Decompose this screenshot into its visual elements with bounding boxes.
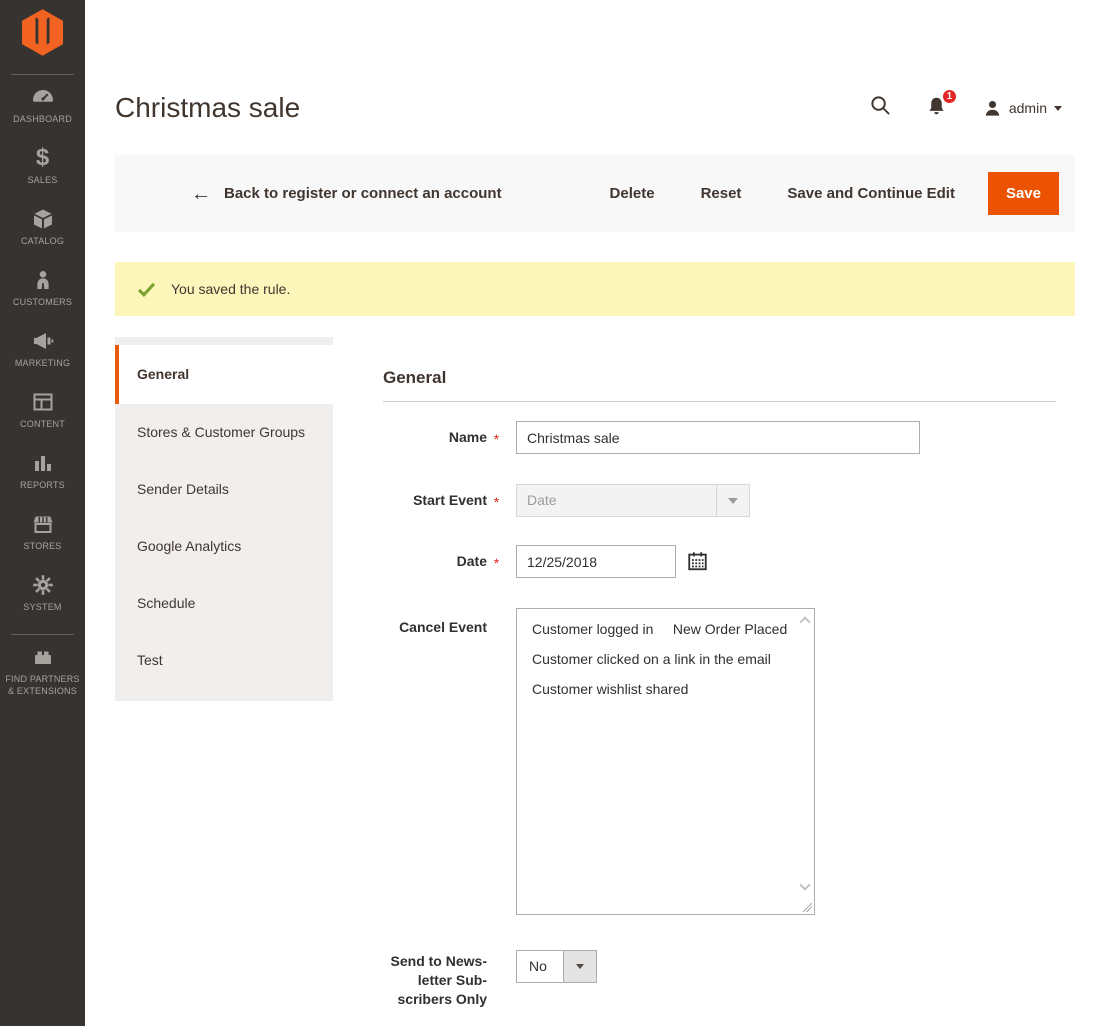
multiselect-option[interactable]: Customer wishlist shared	[517, 681, 688, 697]
general-form: General Name * Start Event * Date	[383, 360, 1056, 402]
page-actions-toolbar: ← Back to register or connect an account…	[115, 155, 1075, 232]
date-input[interactable]	[516, 545, 676, 578]
sidebar-item-marketing[interactable]: MARKETING	[0, 325, 85, 386]
admin-user-menu[interactable]: admin	[983, 99, 1062, 118]
date-row: Date *	[383, 545, 1056, 581]
user-icon	[983, 99, 1002, 118]
sidebar-item-sales[interactable]: $ SALES	[0, 142, 85, 203]
catalog-box-icon	[31, 207, 55, 231]
calendar-icon	[686, 550, 709, 572]
required-asterisk: *	[487, 421, 506, 457]
sidebar-item-label: REPORTS	[17, 479, 68, 491]
calendar-button[interactable]	[686, 550, 709, 575]
newsletter-select[interactable]: No	[516, 950, 597, 983]
sidebar-item-find-partners[interactable]: FIND PARTNERS & EXTENSIONS	[0, 641, 85, 713]
sidebar-item-label: CUSTOMERS	[10, 296, 75, 308]
multiselect-option[interactable]: Customer clicked on a link in the email	[517, 651, 771, 667]
sidebar-divider	[11, 74, 74, 75]
newsletter-label: Send to News- letter Sub- scribers Only	[383, 950, 487, 1009]
partners-brick-icon	[31, 645, 55, 669]
search-icon[interactable]	[869, 94, 892, 122]
cancel-event-multiselect[interactable]: Customer logged in New Order Placed Cust…	[516, 608, 815, 915]
checkmark-icon	[136, 279, 157, 300]
multiselect-option[interactable]: Customer logged in	[517, 621, 653, 637]
reports-chart-icon	[31, 451, 55, 475]
notifications-button[interactable]: 1	[926, 95, 947, 122]
sidebar-item-dashboard[interactable]: DASHBOARD	[0, 81, 85, 142]
magento-logo[interactable]	[0, 0, 85, 61]
cancel-event-label: Cancel Event	[383, 608, 487, 915]
back-arrow-icon: ←	[191, 185, 211, 203]
sidebar-item-label: MARKETING	[12, 357, 73, 369]
sidebar-item-reports[interactable]: REPORTS	[0, 447, 85, 508]
tab-sender-details[interactable]: Sender Details	[115, 461, 333, 518]
sidebar-item-stores[interactable]: STORES	[0, 508, 85, 569]
select-arrow-button[interactable]	[563, 951, 596, 982]
cancel-event-row: Cancel Event Customer logged in New Orde…	[383, 608, 1056, 915]
sidebar-item-label: SYSTEM	[20, 601, 64, 613]
sidebar-item-label: STORES	[20, 540, 64, 552]
sidebar-item-label: SALES	[24, 174, 60, 186]
magento-logo-icon	[22, 9, 63, 56]
newsletter-row: Send to News- letter Sub- scribers Only …	[383, 950, 1056, 1009]
sidebar-divider	[11, 634, 74, 635]
admin-user-name: admin	[1009, 100, 1047, 116]
reset-button[interactable]: Reset	[701, 185, 742, 202]
save-button[interactable]: Save	[988, 172, 1059, 215]
date-label: Date	[383, 545, 487, 581]
sidebar-item-label: CONTENT	[17, 418, 68, 430]
required-asterisk: *	[487, 545, 506, 581]
success-message: You saved the rule.	[115, 262, 1075, 316]
scroll-up-icon[interactable]	[799, 616, 810, 627]
sidebar-item-content[interactable]: CONTENT	[0, 386, 85, 447]
name-row: Name *	[383, 421, 1056, 457]
select-arrow-button[interactable]	[716, 485, 749, 516]
start-event-label: Start Event	[383, 484, 487, 520]
content-layout-icon	[31, 390, 55, 414]
name-input[interactable]	[516, 421, 920, 454]
tab-schedule[interactable]: Schedule	[115, 575, 333, 632]
header-actions: 1 admin	[869, 94, 1062, 122]
marketing-megaphone-icon	[31, 329, 55, 353]
system-gear-icon	[31, 573, 55, 597]
sidebar-item-label: FIND PARTNERS & EXTENSIONS	[0, 673, 85, 697]
customers-person-icon	[31, 268, 55, 292]
newsletter-select-value: No	[529, 958, 547, 974]
start-event-row: Start Event * Date	[383, 484, 1056, 520]
delete-button[interactable]: Delete	[610, 185, 655, 202]
sidebar-item-label: CATALOG	[18, 235, 67, 247]
tab-test[interactable]: Test	[115, 632, 333, 689]
stores-shop-icon	[31, 512, 55, 536]
magento-admin-page: DASHBOARD $ SALES CATALOG CUSTOMERS	[0, 0, 1106, 1026]
toolbar-right-group: Delete Reset Save and Continue Edit Save	[610, 172, 1059, 215]
start-event-value: Date	[527, 492, 557, 508]
multiselect-option[interactable]: New Order Placed	[658, 621, 787, 637]
sidebar: DASHBOARD $ SALES CATALOG CUSTOMERS	[0, 0, 85, 1026]
notification-badge: 1	[941, 88, 958, 105]
scroll-down-icon[interactable]	[799, 879, 810, 890]
resize-grip-icon[interactable]	[803, 903, 812, 912]
tab-general[interactable]: General	[115, 345, 333, 404]
success-message-text: You saved the rule.	[171, 281, 290, 297]
start-event-select[interactable]: Date	[516, 484, 750, 517]
sidebar-item-label: DASHBOARD	[10, 113, 75, 125]
back-button-label: Back to register or connect an account	[224, 185, 502, 202]
sales-dollar-icon: $	[36, 146, 49, 170]
dashboard-gauge-icon	[30, 85, 56, 109]
page-title: Christmas sale	[115, 92, 300, 124]
form-tabs: General Stores & Customer Groups Sender …	[115, 337, 333, 701]
section-title: General	[383, 368, 1056, 402]
back-button[interactable]: ← Back to register or connect an account	[191, 185, 502, 203]
save-and-continue-button[interactable]: Save and Continue Edit	[787, 185, 955, 202]
sidebar-item-system[interactable]: SYSTEM	[0, 569, 85, 630]
sidebar-item-catalog[interactable]: CATALOG	[0, 203, 85, 264]
required-asterisk: *	[487, 484, 506, 520]
tab-google-analytics[interactable]: Google Analytics	[115, 518, 333, 575]
triangle-down-icon	[728, 498, 738, 504]
sidebar-item-customers[interactable]: CUSTOMERS	[0, 264, 85, 325]
tab-stores-customer-groups[interactable]: Stores & Customer Groups	[115, 404, 333, 461]
name-label: Name	[383, 421, 487, 457]
triangle-down-icon	[576, 964, 584, 969]
chevron-down-icon	[1054, 106, 1062, 111]
